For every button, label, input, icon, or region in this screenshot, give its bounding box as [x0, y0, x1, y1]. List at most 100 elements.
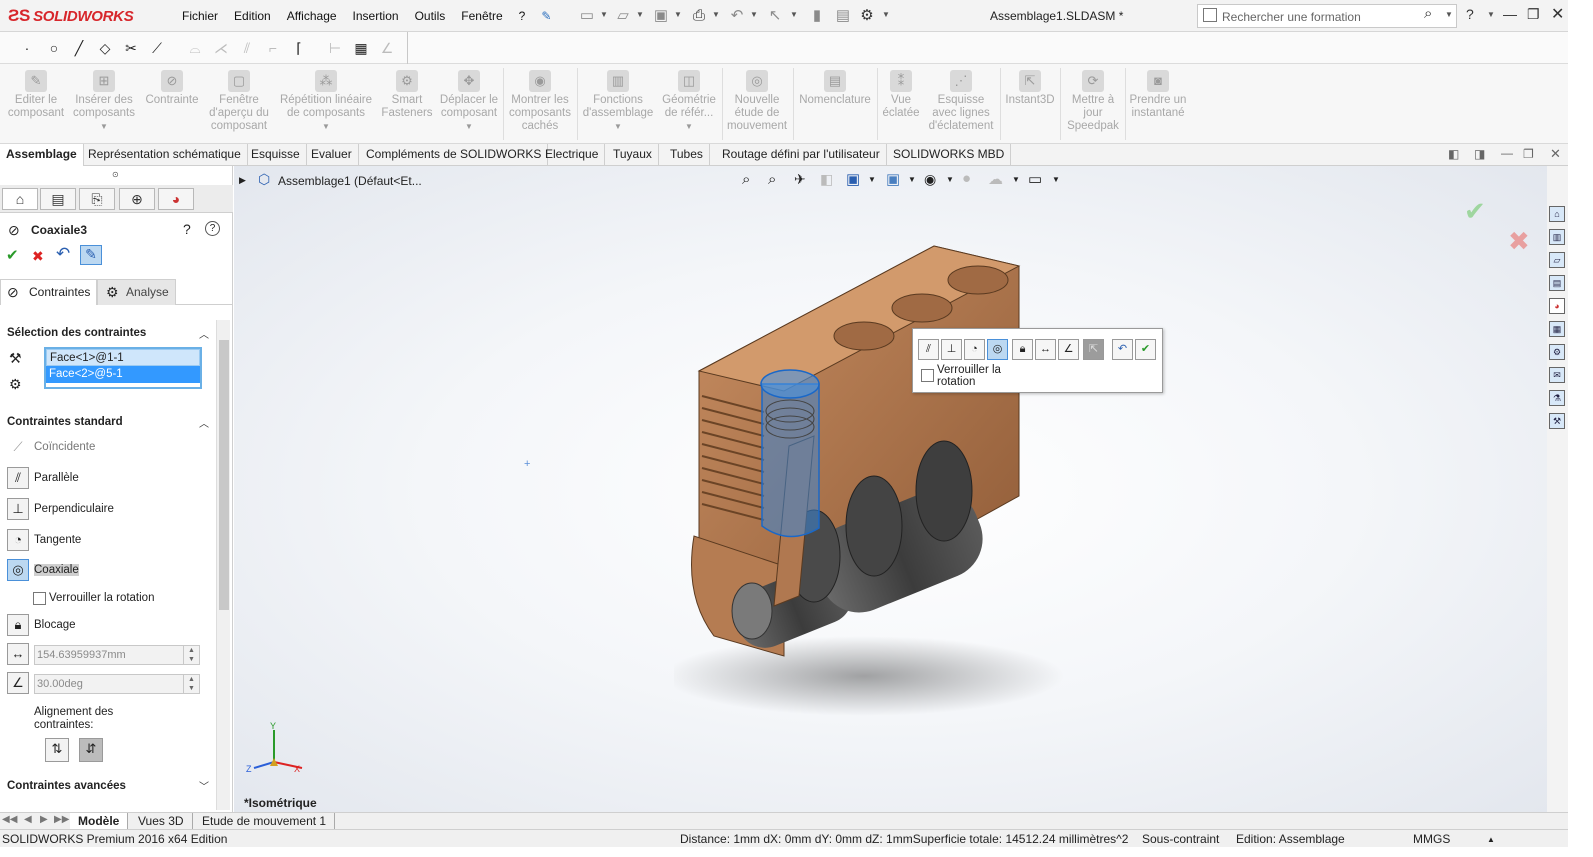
open-folder-icon[interactable]: ▱ — [614, 7, 632, 25]
menu-affichage[interactable]: Affichage — [279, 9, 345, 23]
angle-icon[interactable]: ∠ — [7, 672, 29, 694]
collapse-standard-icon[interactable]: ︿ — [199, 415, 209, 430]
mate-parallel[interactable]: ⫽ Parallèle — [7, 466, 79, 490]
new-caret-icon[interactable]: ▼ — [600, 10, 608, 19]
zoom-to-fit-icon[interactable]: ⌕ — [742, 171, 750, 188]
circle-icon[interactable]: ○ — [45, 39, 63, 57]
panel-grip-icon[interactable]: ⊙ — [112, 170, 119, 179]
list-item[interactable]: Face<1>@1-1 — [46, 349, 200, 366]
instant3d-button[interactable]: ⇱ Instant3D — [1003, 64, 1057, 144]
rectangle-icon[interactable]: ◇ — [96, 39, 114, 57]
tab-scroll-prev-icon[interactable]: ◀ — [24, 814, 32, 825]
anti-aligned-icon[interactable]: ⇵ — [79, 738, 103, 762]
options-gear-icon[interactable]: ⚙ — [858, 7, 876, 25]
distance-field[interactable]: 154.63959937mm ▲ ▼ — [34, 645, 200, 665]
collapse-selection-icon[interactable]: ︿ — [199, 326, 209, 341]
print-icon[interactable]: ⎙ — [690, 7, 708, 25]
popup-distance-icon[interactable]: ↔ — [1035, 339, 1056, 360]
angle-icon[interactable]: ∠ — [378, 39, 396, 57]
mirror-icon[interactable]: ⫽ — [238, 39, 256, 57]
apply-scene-icon[interactable]: ☁ — [988, 170, 1003, 188]
mate-concentric[interactable]: ◎ Coaxiale — [7, 558, 79, 582]
move-component-button[interactable]: ✥ Déplacer le composant ▼ — [438, 64, 500, 144]
help-caret-icon[interactable]: ▼ — [1487, 10, 1495, 19]
panel-scrollbar[interactable] — [216, 320, 230, 810]
edit-appearance-icon[interactable]: ● — [962, 170, 971, 187]
confirm-ok-icon[interactable]: ✔ — [1464, 196, 1486, 227]
view-orientation-icon[interactable]: ▣ — [846, 170, 860, 188]
offset-icon[interactable]: ⋌ — [212, 39, 230, 57]
panel-left-icon[interactable]: ◧ — [1448, 147, 1459, 161]
doc-minimize-icon[interactable]: — — [1501, 146, 1513, 160]
zoom-area-icon[interactable]: ⌕ — [768, 171, 776, 188]
smart-fasteners-button[interactable]: ⚙ Smart Fasteners — [378, 64, 436, 144]
keep-visible-pin-icon[interactable]: ✎ — [80, 245, 102, 265]
popup-tangent-icon[interactable]: ◔ — [964, 339, 985, 360]
distance-icon[interactable]: ↔ — [7, 643, 29, 665]
mate-perpendicular[interactable]: ⊥ Perpendiculaire — [7, 497, 114, 521]
save-caret-icon[interactable]: ▼ — [674, 10, 682, 19]
tree-expand-icon[interactable]: ▶ — [239, 175, 246, 186]
tab-evaluer[interactable]: Evaluer — [305, 144, 359, 166]
update-speedpak-button[interactable]: ⟳ Mettre à jour Speedpak — [1063, 64, 1123, 144]
options-caret-icon[interactable]: ▼ — [882, 10, 890, 19]
smart-dimension-icon[interactable]: ⌈ — [290, 39, 308, 57]
tab-vues-3d[interactable]: Vues 3D — [130, 813, 193, 830]
help-circle-icon[interactable]: ? — [205, 221, 220, 236]
undo-icon[interactable]: ↶ — [728, 7, 746, 25]
view-orientation-caret-icon[interactable]: ▼ — [868, 175, 876, 184]
hide-show-items-icon[interactable]: ◉ — [924, 171, 936, 188]
forum-icon[interactable]: ✉ — [1549, 367, 1565, 383]
restore-icon[interactable]: ❐ — [1527, 6, 1540, 23]
recorder-icon[interactable]: ⚒ — [1549, 413, 1565, 429]
solidworks-logo[interactable]: ƧS SOLIDWORKS — [8, 3, 134, 29]
assembly-features-button[interactable]: ▥ Fonctions d'assemblage ▼ — [580, 64, 656, 144]
motion-icon[interactable]: ⚗ — [1549, 390, 1565, 406]
apply-scene-caret-icon[interactable]: ▼ — [1012, 175, 1020, 184]
trim-icon[interactable]: ✂ — [122, 39, 140, 57]
tab-tubes[interactable]: Tubes — [664, 144, 710, 166]
lock-rotation-checkbox[interactable] — [33, 591, 46, 605]
multi-mate-icon[interactable]: ⚙ — [9, 376, 22, 392]
popup-parallel-icon[interactable]: ⫽ — [918, 339, 939, 360]
mate-tangent[interactable]: ◔ Tangente — [7, 528, 81, 552]
menu-fichier[interactable]: Fichier — [174, 9, 226, 23]
previous-view-icon[interactable]: ✈ — [794, 171, 806, 188]
aligned-icon[interactable]: ⇅ — [45, 738, 69, 762]
tab-scroll-first-icon[interactable]: ◀◀ — [2, 814, 17, 825]
tab-esquisse[interactable]: Esquisse — [245, 144, 307, 166]
popup-undo-icon[interactable]: ↶ — [1112, 339, 1133, 360]
solidworks-resources-icon[interactable]: ⌂ — [1549, 206, 1565, 222]
undo-mate-icon[interactable]: ↶ — [56, 245, 70, 262]
fillet-icon[interactable]: ⌓ — [186, 39, 204, 57]
centerline-icon[interactable]: ⟋ — [148, 39, 166, 57]
lock-rotation-row[interactable]: Verrouiller la rotation — [33, 586, 154, 610]
popup-angle-icon[interactable]: ∠ — [1058, 339, 1079, 360]
tab-modele[interactable]: Modèle — [70, 813, 129, 830]
tree-root-label[interactable]: Assemblage1 (Défaut<Et... — [278, 174, 422, 188]
select-caret-icon[interactable]: ▼ — [790, 10, 798, 19]
mate-button[interactable]: ⊘ Contrainte — [142, 64, 202, 144]
panel-right-icon[interactable]: ◨ — [1474, 147, 1485, 161]
mate-selections-list[interactable]: Face<1>@1-1 Face<2>@5-1 — [44, 347, 202, 389]
linear-pattern-button[interactable]: ⁂ Répétition linéaire de composants ▼ — [276, 64, 376, 144]
convert-icon[interactable]: ⌐ — [264, 39, 282, 57]
angle-spinner[interactable]: ▲ ▼ — [183, 675, 199, 693]
property-manager-tab-icon[interactable]: ▤ — [40, 188, 76, 210]
tab-assemblage[interactable]: Assemblage — [0, 144, 84, 166]
ok-check-icon[interactable]: ✔ — [6, 248, 19, 264]
section-view-icon[interactable]: ◧ — [820, 171, 833, 188]
scrollbar-thumb[interactable] — [219, 340, 229, 610]
tab-scroll-next-icon[interactable]: ▶ — [40, 814, 48, 825]
list-item[interactable]: Face<2>@5-1 — [46, 366, 200, 383]
exploded-view-button[interactable]: ⁑ Vue éclatée — [880, 64, 922, 144]
component-preview-button[interactable]: ▢ Fenêtre d'aperçu du composant — [204, 64, 274, 144]
status-units[interactable]: MMGS — [1413, 832, 1450, 846]
menu-fenetre[interactable]: Fenêtre — [453, 9, 510, 23]
tab-complements[interactable]: Compléments de SOLIDWORKS — [360, 144, 549, 166]
linear-dim-icon[interactable]: ⊢ — [326, 39, 344, 57]
pin-icon[interactable]: ✎ — [533, 9, 559, 23]
display-style-icon[interactable]: ▣ — [886, 170, 900, 188]
tab-solidworks-mbd[interactable]: SOLIDWORKS MBD — [887, 144, 1012, 166]
view-settings-caret-icon[interactable]: ▼ — [1052, 175, 1060, 184]
